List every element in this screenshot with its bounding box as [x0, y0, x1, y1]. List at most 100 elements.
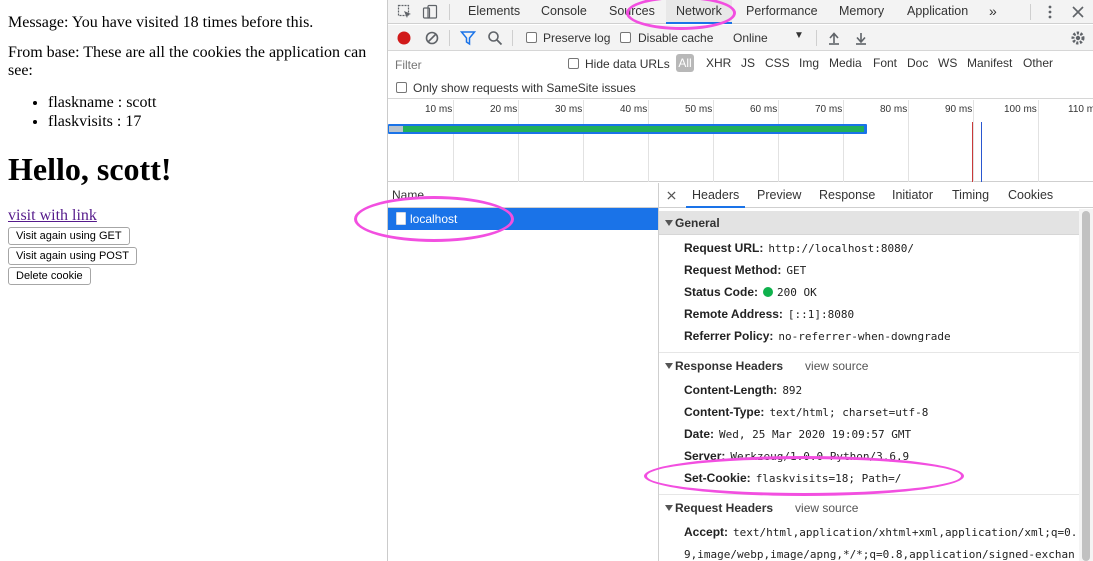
close-icon[interactable]	[1070, 4, 1086, 20]
import-icon[interactable]	[826, 30, 842, 46]
timeline-tick: 20 ms	[490, 104, 518, 115]
header-row: Remote Address: [::1]:8080	[684, 307, 854, 322]
header-value: 200 OK	[777, 286, 817, 299]
export-icon[interactable]	[853, 30, 869, 46]
filter-type-manifest[interactable]: Manifest	[967, 56, 1012, 70]
request-row[interactable]: localhost	[388, 208, 658, 230]
header-value: Wed, 25 Mar 2020 19:09:57 GMT	[719, 428, 912, 441]
disable-cache-checkbox[interactable]	[620, 32, 631, 43]
timeline-tick: 90 ms	[945, 104, 973, 115]
samesite-label: Only show requests with SameSite issues	[413, 81, 636, 95]
timeline-tick: 110 ms	[1068, 104, 1093, 115]
filter-type-img[interactable]: Img	[799, 56, 819, 70]
kebab-menu-icon[interactable]	[1042, 4, 1058, 20]
tab-headers[interactable]: Headers	[686, 183, 746, 208]
filter-type-font[interactable]: Font	[873, 56, 897, 70]
devtools-panel: Elements Console Sources Network Perform…	[354, 0, 1093, 561]
timeline-overview[interactable]: 10 ms 20 ms 30 ms 40 ms 50 ms 60 ms 70 m…	[388, 100, 1093, 182]
gridline	[778, 100, 779, 182]
from-base-text: From base: These are all the cookies the…	[8, 44, 367, 79]
tab-sources[interactable]: Sources	[599, 0, 665, 24]
details-scrollbar[interactable]	[1079, 209, 1093, 561]
filter-type-js[interactable]: JS	[741, 56, 755, 70]
more-tabs-icon[interactable]: »	[979, 0, 1007, 24]
tab-performance[interactable]: Performance	[736, 0, 828, 24]
headers-detail: General Request URL: http://localhost:808…	[659, 209, 1079, 561]
header-key: Content-Length:	[684, 383, 778, 397]
filter-type-other[interactable]: Other	[1023, 56, 1053, 70]
header-value: GET	[786, 264, 807, 277]
header-row: Content-Length: 892	[684, 383, 802, 398]
samesite-filter-row: Only show requests with SameSite issues	[388, 76, 1093, 99]
divider	[816, 30, 817, 46]
name-column-header[interactable]: Name	[388, 183, 658, 208]
gridline	[1038, 100, 1039, 182]
tab-initiator[interactable]: Initiator	[886, 183, 939, 208]
gridline	[518, 100, 519, 182]
header-row: Status Code: 200 OK	[684, 285, 817, 300]
inspect-element-icon[interactable]	[397, 4, 413, 20]
request-timing-bar	[388, 124, 867, 134]
collapse-triangle-icon	[665, 505, 673, 511]
record-icon[interactable]	[396, 30, 412, 46]
filter-type-all[interactable]: All	[676, 54, 694, 72]
hide-data-urls-checkbox[interactable]	[568, 58, 579, 69]
chevron-down-icon[interactable]: ▼	[794, 30, 804, 41]
gridline	[453, 100, 454, 182]
preserve-log-checkbox[interactable]	[526, 32, 537, 43]
clear-icon[interactable]	[424, 30, 440, 46]
tab-elements[interactable]: Elements	[458, 0, 530, 24]
response-headers-section-header[interactable]: Response Headers view source	[659, 354, 1079, 378]
header-key: Server:	[684, 449, 726, 463]
tab-memory[interactable]: Memory	[829, 0, 894, 24]
filter-bar: Hide data URLs All XHR JS CSS Img Media …	[388, 52, 1093, 76]
device-toolbar-icon[interactable]	[422, 4, 438, 20]
search-icon[interactable]	[487, 30, 503, 46]
header-value: 9,image/webp,image/apng,*/*;q=0.8,applic…	[684, 548, 1075, 561]
delete-cookie-button[interactable]: Delete cookie	[8, 267, 91, 285]
visit-post-button[interactable]: Visit again using POST	[8, 247, 137, 265]
timeline-tick: 100 ms	[1004, 104, 1037, 115]
settings-gear-icon[interactable]	[1070, 30, 1086, 46]
visit-link[interactable]: visit with link	[8, 207, 97, 224]
filter-icon[interactable]	[460, 30, 476, 46]
request-headers-section-header[interactable]: Request Headers view source	[659, 496, 1079, 520]
devtools-tabbar: Elements Console Sources Network Perform…	[388, 0, 1093, 24]
filter-type-doc[interactable]: Doc	[907, 56, 928, 70]
filter-type-media[interactable]: Media	[829, 56, 862, 70]
close-icon[interactable]	[667, 191, 676, 200]
header-row: Accept: text/html,application/xhtml+xml,a…	[684, 525, 1077, 540]
header-value: Werkzeug/1.0.0 Python/3.6.9	[730, 450, 910, 463]
tab-preview[interactable]: Preview	[751, 183, 807, 208]
header-value: [::1]:8080	[787, 308, 855, 321]
gridline	[843, 100, 844, 182]
document-icon	[396, 212, 406, 225]
filter-input[interactable]	[391, 55, 555, 74]
filter-type-xhr[interactable]: XHR	[706, 56, 731, 70]
header-value: text/html,application/xhtml+xml,applicat…	[733, 526, 1078, 539]
header-key: Referrer Policy:	[684, 329, 774, 343]
general-section-header[interactable]: General	[659, 211, 1079, 235]
filter-type-css[interactable]: CSS	[765, 56, 790, 70]
visit-get-button[interactable]: Visit again using GET	[8, 227, 130, 245]
tab-cookies[interactable]: Cookies	[1002, 183, 1059, 208]
samesite-checkbox[interactable]	[396, 82, 407, 93]
header-key: Date:	[684, 427, 715, 441]
view-source-link[interactable]: view source	[805, 359, 868, 373]
throttle-select[interactable]: Online	[733, 31, 768, 45]
tab-application[interactable]: Application	[897, 0, 978, 24]
header-value: text/html; charset=utf-8	[769, 406, 929, 419]
dom-content-loaded-marker	[981, 122, 982, 182]
cookie-item: flaskvisits : 17	[48, 112, 379, 131]
filter-type-ws[interactable]: WS	[938, 56, 957, 70]
tab-network[interactable]: Network	[666, 0, 732, 24]
view-source-link[interactable]: view source	[795, 501, 858, 515]
timeline-tick: 70 ms	[815, 104, 843, 115]
tab-timing[interactable]: Timing	[946, 183, 995, 208]
tab-response[interactable]: Response	[813, 183, 881, 208]
scrollbar-thumb[interactable]	[1082, 211, 1090, 561]
tab-console[interactable]: Console	[531, 0, 597, 24]
page-heading: Hello, scott!	[8, 151, 172, 187]
section-title: General	[675, 216, 720, 230]
divider	[512, 30, 513, 46]
